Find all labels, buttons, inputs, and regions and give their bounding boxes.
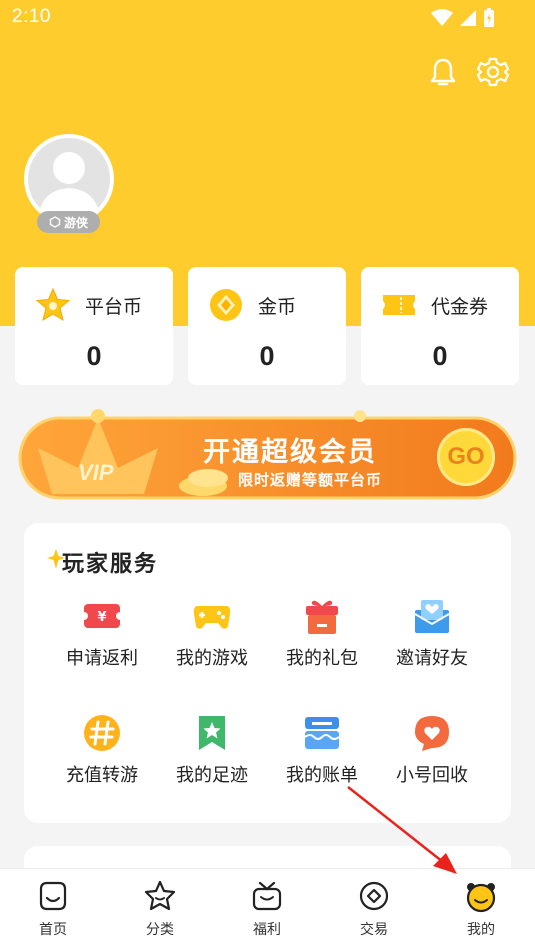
mine-icon [466, 883, 496, 913]
gift-icon [306, 600, 338, 634]
status-bar: 2:10 [0, 0, 535, 38]
ticket-icon [383, 295, 415, 315]
nav-trade[interactable]: 交易 [334, 879, 414, 939]
wallet-label: 代金券 [431, 295, 489, 318]
invite-icon [414, 600, 450, 633]
service-label: 申请返利 [66, 648, 138, 669]
service-my-gifts[interactable]: 我的礼包 [272, 596, 372, 670]
gear-icon[interactable] [477, 56, 509, 88]
vip-title: 开通超级会员 [203, 437, 377, 468]
nav-home[interactable]: 首页 [13, 879, 93, 939]
nav-label: 分类 [146, 922, 174, 938]
wallet-label: 平台币 [85, 295, 143, 318]
gamepad-icon [193, 606, 231, 629]
recycle-icon [415, 716, 449, 751]
bookmark-icon [199, 716, 225, 750]
wifi-icon [431, 9, 453, 26]
service-label: 我的账单 [286, 765, 358, 786]
vip-subtitle: 限时返赠等额平台币 [238, 471, 383, 489]
user-silhouette-icon [38, 152, 100, 220]
signal-icon [460, 10, 476, 26]
nav-welfare[interactable]: 福利 [227, 879, 307, 939]
wallet-value: 0 [259, 341, 275, 371]
service-invite-friends[interactable]: 邀请好友 [382, 596, 482, 670]
service-apply-rebate[interactable]: ¥ 申请返利 [52, 596, 152, 670]
vip-banner[interactable]: VIP 开通超级会员 限时返赠等额平台币 GO [18, 408, 517, 500]
transfer-icon [84, 715, 120, 751]
service-label: 我的游戏 [176, 648, 248, 669]
service-label: 我的足迹 [176, 765, 248, 786]
service-my-games[interactable]: 我的游戏 [162, 596, 262, 670]
nav-label: 交易 [360, 922, 388, 938]
wallet-label: 金币 [258, 295, 297, 318]
service-my-footprint[interactable]: 我的足迹 [162, 713, 262, 787]
rebate-icon: ¥ [82, 604, 122, 628]
level-badge: 游侠 [37, 211, 100, 233]
wallet-value: 0 [432, 341, 448, 371]
service-account-recycle[interactable]: 小号回收 [382, 713, 482, 787]
nav-label: 首页 [39, 922, 67, 938]
nav-mine[interactable]: 我的 [441, 879, 521, 939]
bell-icon[interactable] [427, 56, 459, 88]
wallet-card-gold[interactable]: 金币 0 [188, 267, 346, 385]
welfare-icon [252, 881, 282, 911]
star-icon [35, 287, 71, 322]
wallet-value: 0 [86, 341, 102, 371]
service-recharge-transfer[interactable]: 充值转游 [52, 713, 152, 787]
category-icon [144, 880, 176, 911]
coin-icon [210, 289, 242, 321]
service-label: 我的礼包 [286, 648, 358, 669]
player-services-card: 玩家服务 ¥ 申请返利 我的游戏 我的礼包 邀请好友 充值转游 我的足迹 我的账… [24, 523, 511, 823]
svg-text:¥: ¥ [97, 610, 106, 625]
level-badge-label: 游侠 [63, 215, 88, 230]
home-icon [39, 881, 67, 911]
service-label: 邀请好友 [396, 648, 468, 669]
service-label: 小号回收 [396, 765, 468, 786]
nav-category[interactable]: 分类 [120, 879, 200, 939]
nav-label: 福利 [253, 922, 281, 938]
wallet-card-platform-coin[interactable]: 平台币 0 [15, 267, 173, 385]
bill-icon [304, 717, 340, 749]
status-time: 2:10 [12, 6, 51, 27]
status-icons [431, 8, 495, 28]
trade-icon [359, 881, 389, 911]
vip-go-button[interactable]: GO [437, 428, 495, 486]
hexagon-icon [49, 216, 61, 228]
avatar-placeholder [28, 138, 110, 220]
battery-icon [484, 8, 494, 27]
vip-badge-text: VIP [78, 460, 114, 485]
services-title: 玩家服务 [62, 552, 159, 577]
service-my-bills[interactable]: 我的账单 [272, 713, 372, 787]
nav-label: 我的 [467, 922, 495, 938]
service-label: 充值转游 [66, 765, 138, 786]
bottom-nav: 首页 分类 福利 交易 我的 [0, 868, 535, 951]
wallet-card-voucher[interactable]: 代金券 0 [361, 267, 519, 385]
